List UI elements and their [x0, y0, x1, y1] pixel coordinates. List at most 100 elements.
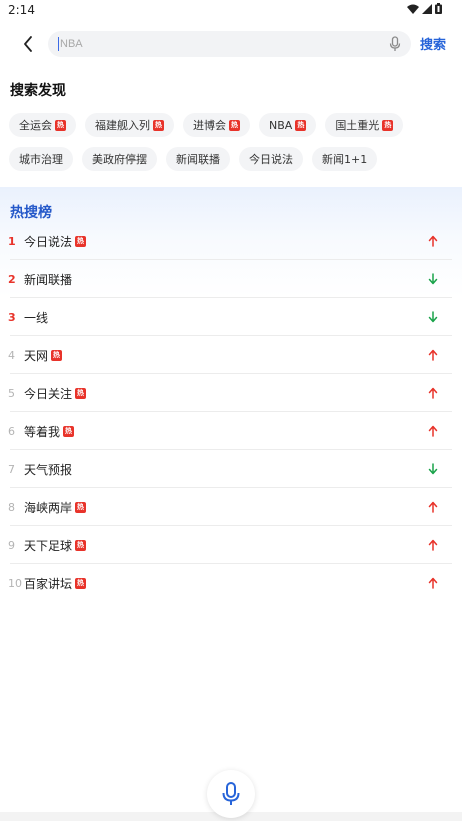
- discover-chip[interactable]: NBA 热: [259, 113, 317, 137]
- hot-item-label: 新闻联播: [24, 272, 73, 287]
- chip-label: 全运会: [19, 119, 52, 132]
- rank-number: 9: [8, 538, 15, 552]
- hot-item-label: 一线: [24, 310, 49, 325]
- hot-item-label: 今日说法: [24, 234, 73, 249]
- back-button[interactable]: [16, 30, 40, 58]
- rank-number: 7: [8, 462, 15, 476]
- chevron-left-icon: [24, 36, 32, 52]
- hot-list-item[interactable]: 6 等着我热: [0, 412, 462, 450]
- chip-label: 进博会: [193, 119, 226, 132]
- discover-chip[interactable]: 全运会热: [9, 113, 76, 137]
- discover-chip[interactable]: 今日说法: [239, 147, 303, 171]
- hot-badge-icon: 热: [382, 119, 394, 131]
- discover-chip[interactable]: 进博会热: [183, 113, 250, 137]
- hot-list-item[interactable]: 4 天网热: [0, 336, 462, 374]
- rank-number: 3: [8, 310, 16, 324]
- hot-badge-icon: 热: [75, 387, 87, 399]
- hot-list-item[interactable]: 5 今日关注热: [0, 374, 462, 412]
- discover-chip[interactable]: 国土重光热: [325, 113, 404, 137]
- hot-list: 1 今日说法热 2 新闻联播 3 一线 4 天网热 5 今日关注热 6 等着我热…: [0, 222, 462, 602]
- signal-icon: [422, 3, 432, 14]
- chip-label: 今日说法: [249, 153, 293, 166]
- discover-chip[interactable]: 新闻联播: [166, 147, 230, 171]
- hot-item-title: 新闻联播: [24, 271, 72, 288]
- hot-item-title: 天网热: [24, 347, 63, 364]
- status-time: 2:14: [8, 3, 35, 17]
- hot-item-title: 天气预报: [24, 461, 72, 478]
- search-discover-title: 搜索发现: [10, 83, 66, 99]
- wifi-icon: [407, 4, 419, 14]
- rank-number: 1: [8, 234, 16, 248]
- rank-number: 8: [8, 500, 15, 514]
- hot-badge-icon: 热: [295, 119, 307, 131]
- chip-row: 全运会热 福建舰入列热 进博会热 NBA 热 国土重光热: [9, 113, 454, 137]
- hot-badge-icon: 热: [229, 119, 240, 131]
- hot-badge-icon: 热: [75, 501, 87, 513]
- hot-item-label: 天气预报: [24, 462, 73, 477]
- chip-label: 福建舰入列: [95, 119, 150, 132]
- chip-label: 城市治理: [19, 153, 63, 166]
- hot-list-title: 热搜榜: [10, 205, 52, 221]
- rank-number: 4: [8, 348, 15, 362]
- chip-label: 新闻联播: [176, 153, 220, 166]
- rank-number: 5: [8, 386, 15, 400]
- discover-chip[interactable]: 美政府停摆: [82, 147, 157, 171]
- rank-number: 6: [8, 424, 15, 438]
- status-bar: 2:14: [0, 0, 462, 20]
- hot-item-label: 海峡两岸: [24, 500, 73, 515]
- hot-item-label: 天下足球: [24, 538, 73, 553]
- hot-list-item[interactable]: 3 一线: [0, 298, 462, 336]
- hot-badge-icon: 热: [75, 577, 87, 589]
- search-input[interactable]: [60, 31, 380, 57]
- discover-chip[interactable]: 新闻1+1: [312, 147, 378, 171]
- hot-badge-icon: 热: [63, 425, 75, 437]
- hot-item-title: 今日关注热: [24, 385, 87, 402]
- discover-chip[interactable]: 城市治理: [9, 147, 73, 171]
- search-box[interactable]: [48, 31, 411, 57]
- trend-up-icon: [426, 385, 440, 401]
- trend-down-icon: [426, 309, 440, 325]
- hot-list-item[interactable]: 8 海峡两岸热: [0, 488, 462, 526]
- chip-row: 城市治理 美政府停摆 新闻联播 今日说法 新闻1+1: [9, 147, 454, 171]
- hot-item-label: 百家讲坛: [24, 576, 73, 591]
- search-header: 搜索: [0, 28, 462, 60]
- rank-number: 2: [8, 272, 16, 286]
- hot-list-item[interactable]: 7 天气预报: [0, 450, 462, 488]
- hot-item-title: 天下足球热: [24, 537, 87, 554]
- chip-label: 新闻1+1: [322, 153, 368, 166]
- hot-badge-icon: 热: [153, 119, 164, 131]
- trend-down-icon: [426, 271, 440, 287]
- rank-number: 10: [8, 576, 22, 590]
- trend-down-icon: [426, 461, 440, 477]
- search-discover-chips: 全运会热 福建舰入列热 进博会热 NBA 热 国土重光热 城市治理 美政府停摆 新…: [9, 113, 454, 181]
- chip-label: 国土重光: [335, 119, 380, 132]
- voice-input-button[interactable]: [387, 35, 403, 53]
- hot-list-item[interactable]: 10 百家讲坛热: [0, 564, 462, 602]
- trend-up-icon: [426, 537, 440, 553]
- hot-badge-icon: 热: [75, 539, 87, 551]
- trend-up-icon: [426, 499, 440, 515]
- hot-list-item[interactable]: 9 天下足球热: [0, 526, 462, 564]
- hot-item-label: 天网: [24, 348, 49, 363]
- voice-search-button[interactable]: [207, 770, 255, 818]
- hot-badge-icon: 热: [51, 349, 63, 361]
- microphone-icon: [389, 36, 401, 51]
- trend-up-icon: [426, 575, 440, 591]
- hot-list-item[interactable]: 1 今日说法热: [0, 222, 462, 260]
- hot-list-item[interactable]: 2 新闻联播: [0, 260, 462, 298]
- trend-up-icon: [426, 347, 440, 363]
- trend-up-icon: [426, 423, 440, 439]
- hot-item-label: 今日关注: [24, 386, 73, 401]
- trend-up-icon: [426, 233, 440, 249]
- text-caret: [58, 37, 59, 51]
- chip-label: NBA: [269, 118, 293, 132]
- discover-chip[interactable]: 福建舰入列热: [85, 113, 174, 137]
- search-button[interactable]: 搜索: [420, 34, 446, 53]
- hot-item-title: 百家讲坛热: [24, 575, 87, 592]
- hot-item-title: 一线: [24, 309, 48, 326]
- microphone-icon: [222, 782, 240, 805]
- hot-item-title: 等着我热: [24, 423, 75, 440]
- hot-item-title: 海峡两岸热: [24, 499, 87, 516]
- hot-badge-icon: 热: [75, 235, 87, 247]
- hot-item-title: 今日说法热: [24, 233, 87, 250]
